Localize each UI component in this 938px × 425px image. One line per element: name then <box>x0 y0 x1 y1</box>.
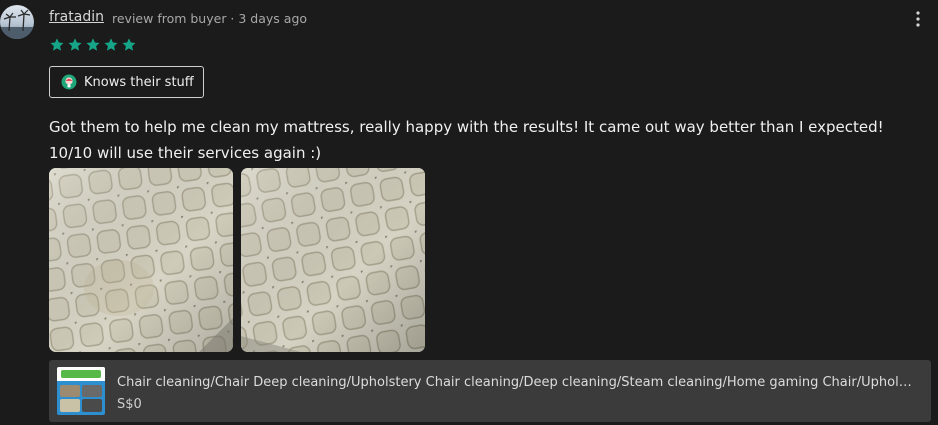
star-rating <box>49 37 137 53</box>
knows-their-stuff-badge[interactable]: Knows their stuff <box>49 66 204 98</box>
vertical-ellipsis-icon <box>916 11 920 27</box>
more-options-button[interactable] <box>908 8 928 30</box>
review-photo[interactable] <box>241 168 425 352</box>
reviewer-username-link[interactable]: fratadin <box>49 9 104 25</box>
review-photo[interactable] <box>49 168 233 352</box>
avatar[interactable] <box>0 5 34 39</box>
product-price: S$0 <box>117 397 142 412</box>
product-title: Chair cleaning/Chair Deep cleaning/Uphol… <box>117 375 917 390</box>
star-icon <box>50 38 64 51</box>
star-icon <box>68 38 82 51</box>
star-icon <box>86 38 100 51</box>
expert-badge-icon <box>61 74 77 90</box>
badge-label: Knows their stuff <box>84 74 194 90</box>
star-icon <box>104 38 118 51</box>
review-meta: review from buyer · 3 days ago <box>112 11 308 26</box>
product-thumbnail <box>57 367 105 415</box>
product-card[interactable]: Chair cleaning/Chair Deep cleaning/Uphol… <box>49 360 931 422</box>
review-text: Got them to help me clean my mattress, r… <box>49 118 884 162</box>
star-icon <box>122 38 136 51</box>
